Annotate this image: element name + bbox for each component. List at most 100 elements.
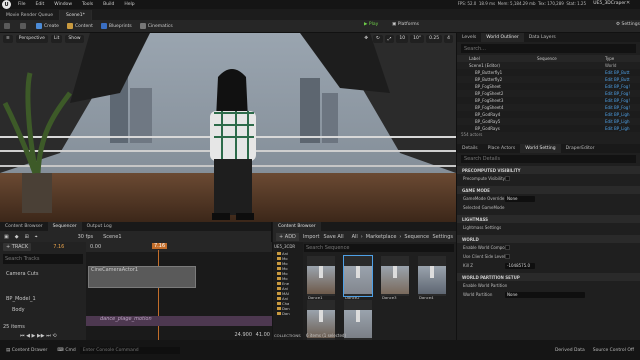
folder-root[interactable]: UE5_3CDR — [273, 242, 303, 251]
outliner-row[interactable]: BP_FogSheet3 Edit BP_Fog! — [457, 97, 640, 104]
outliner-row[interactable]: BP_FogSheet4 Edit BP_Fog! — [457, 104, 640, 111]
derived-data-button[interactable]: Derived Data — [555, 348, 585, 353]
property-field[interactable]: None — [505, 195, 535, 202]
menu-window[interactable]: Window — [54, 2, 72, 7]
play-button[interactable]: ▶ Play — [364, 22, 378, 27]
tab-data-layers[interactable]: Data Layers — [523, 33, 561, 42]
outliner-row[interactable]: BP_GodRay4 Edit BP_Ligh — [457, 111, 640, 118]
grid-snap-value[interactable]: 10 — [396, 34, 409, 43]
import-button[interactable]: Import — [303, 234, 320, 240]
asset-thumbnail[interactable]: Dance3 — [381, 256, 409, 300]
track-camera-cuts[interactable]: Camera Cuts — [0, 268, 86, 279]
menu-help[interactable]: Help — [124, 2, 134, 7]
scale-tool-icon[interactable]: ⤢ — [384, 34, 395, 43]
menu-edit[interactable]: Edit — [36, 2, 45, 7]
outliner-row[interactable]: BP_Butterfly2 Edit BP_Butt — [457, 76, 640, 83]
asset-thumbnail[interactable]: Dance6 — [344, 300, 372, 344]
camera-speed-value[interactable]: 4 — [444, 34, 453, 43]
property-field[interactable]: None — [505, 291, 585, 298]
rotation-snap-value[interactable]: 10° — [410, 34, 425, 43]
tab-world-outliner[interactable]: World Outliner — [481, 33, 524, 42]
select-mode-button[interactable] — [20, 23, 28, 29]
lit-button[interactable]: Lit — [50, 34, 63, 43]
timeline-area[interactable]: 0.00 7.16 CineCameraActor1 dance_plage_m… — [86, 242, 272, 340]
outliner-row[interactable]: BP_Butterfly1 Edit BP_Butt — [457, 69, 640, 76]
save-sequence-icon[interactable]: ▣ — [4, 234, 9, 240]
scale-snap-value[interactable]: 0.25 — [426, 34, 443, 43]
settings-button[interactable]: ⚙ Settings — [616, 22, 640, 27]
property-field[interactable]: -1048575.0 — [505, 262, 535, 269]
camera-cut-clip[interactable]: CineCameraActor1 — [88, 266, 196, 288]
cmd-dropdown[interactable]: ⌨ Cmd — [57, 348, 75, 353]
asset-thumbnail[interactable]: Dance2 — [343, 255, 373, 300]
collections-header[interactable]: COLLECTIONS — [274, 333, 301, 338]
keyframe-icon[interactable]: ◆ — [15, 234, 19, 240]
breadcrumb-all[interactable]: All — [352, 234, 358, 240]
section-header[interactable]: LIGHTMASS — [457, 215, 640, 223]
unreal-logo-icon[interactable]: U — [2, 0, 11, 9]
create-button[interactable]: Create — [36, 23, 59, 29]
tab-place-actors[interactable]: Place Actors — [482, 144, 521, 153]
snap-icon[interactable]: ⊞ — [25, 234, 29, 240]
track-bp-model[interactable]: BP_Model_1 — [0, 293, 86, 304]
property-checkbox[interactable] — [505, 254, 510, 259]
content-settings-button[interactable]: Settings — [432, 234, 453, 240]
tab-levels[interactable]: Levels — [457, 33, 482, 42]
property-checkbox[interactable] — [505, 176, 510, 181]
camera-lock-icon[interactable]: ⌖ — [35, 234, 38, 240]
outliner-row[interactable]: BP_FogSheet2 Edit BP_Fog! — [457, 90, 640, 97]
translate-tool-icon[interactable]: ✥ — [361, 34, 371, 43]
animation-clip[interactable]: dance_plage_motion — [86, 316, 272, 326]
folder-item[interactable]: Dan — [273, 311, 303, 316]
outliner-row[interactable]: BP_GodRays Edit BP_Ligh — [457, 125, 640, 132]
add-track-button[interactable]: + TRACK — [3, 243, 32, 251]
tab-content-browser-1[interactable]: Content Browser — [0, 222, 48, 231]
timeline-ruler[interactable]: 0.00 7.16 — [86, 242, 272, 252]
tab-output-log[interactable]: Output Log — [81, 222, 117, 231]
breadcrumb-sequence[interactable]: Sequence — [404, 234, 429, 240]
blueprints-button[interactable]: Blueprints — [100, 23, 132, 29]
menu-file[interactable]: File — [18, 2, 26, 7]
level-viewport[interactable]: ≡ Perspective Lit Show ✥ ↻ ⤢ 10 10° 0.25… — [0, 33, 456, 222]
platforms-button[interactable]: ▣ Platforms — [392, 22, 419, 27]
track-search-input[interactable]: Search Tracks — [3, 254, 83, 264]
content-button[interactable]: Content — [66, 23, 93, 29]
details-search-input[interactable]: Search Details — [461, 155, 636, 163]
section-header[interactable]: PRECOMPUTED VISIBILITY — [457, 166, 640, 174]
tab-scene1[interactable]: Scene1* — [59, 10, 92, 20]
section-header[interactable]: WORLD — [457, 235, 640, 243]
sequence-breadcrumb[interactable]: Scene1 — [103, 234, 121, 240]
rotate-tool-icon[interactable]: ↻ — [372, 34, 383, 43]
section-header[interactable]: WORLD PARTITION SETUP — [457, 273, 640, 281]
outliner-row[interactable]: Scene1 (Editor) World — [457, 62, 640, 69]
viewport-options-button[interactable]: ≡ — [3, 34, 13, 43]
asset-thumbnail[interactable]: Dance4 — [418, 256, 446, 300]
property-checkbox[interactable] — [505, 245, 510, 250]
outliner-search-input[interactable]: Search... — [461, 44, 636, 53]
asset-thumbnail[interactable]: Dance1 — [307, 256, 335, 300]
menu-build[interactable]: Build — [103, 2, 114, 7]
window-close-icon[interactable]: ✕ — [626, 0, 638, 8]
outliner-row[interactable]: BP_FogSheet Edit BP_Fog! — [457, 83, 640, 90]
perspective-button[interactable]: Perspective — [15, 34, 48, 43]
tab-movie-render-queue[interactable]: Movie Render Queue — [0, 10, 60, 20]
content-search-input[interactable]: Search Sequence — [304, 244, 454, 252]
add-button[interactable]: + ADD — [276, 232, 299, 241]
tab-content-browser[interactable]: Content Browser — [273, 222, 321, 231]
save-all-button[interactable]: Save All — [324, 234, 344, 240]
cinematics-button[interactable]: Cinematics — [139, 23, 173, 29]
show-button[interactable]: Show — [65, 34, 84, 43]
tab-draper-editor[interactable]: DraperEditor — [560, 144, 600, 153]
track-body[interactable]: Body — [0, 304, 86, 315]
tab-details[interactable]: Details — [457, 144, 483, 153]
console-input[interactable]: Enter Console Command — [79, 346, 180, 354]
content-drawer-button[interactable]: ▤ Content Drawer — [6, 348, 47, 353]
fps-dropdown[interactable]: 30 fps — [78, 234, 94, 240]
transport-controls[interactable]: ⏮ ◀ ▶ ▶▶ ⏭ ⟲ — [20, 333, 57, 339]
playhead[interactable] — [158, 250, 159, 340]
breadcrumb-marketplace[interactable]: Marketplace — [366, 234, 397, 240]
tab-sequencer[interactable]: Sequencer — [47, 222, 82, 231]
tab-world-settings[interactable]: World Setting — [520, 144, 561, 153]
source-control-button[interactable]: Source Control Off — [593, 348, 634, 353]
section-header[interactable]: GAME MODE — [457, 186, 640, 194]
